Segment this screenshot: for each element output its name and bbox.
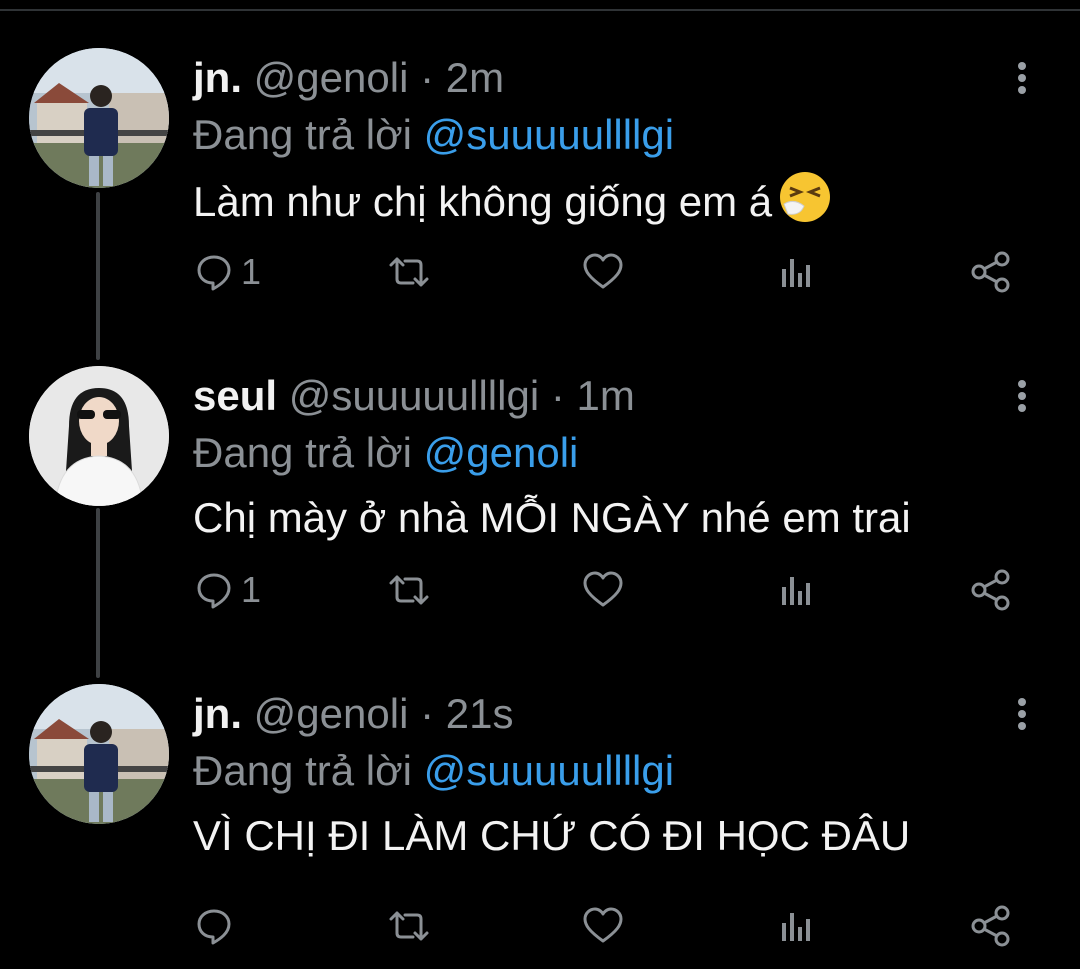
user-handle[interactable]: @genoli <box>254 690 409 737</box>
avatar-jn-image <box>29 48 169 188</box>
more-icon[interactable] <box>1010 378 1034 414</box>
retweet-button[interactable] <box>385 244 433 300</box>
replying-to: Đang trả lời @suuuuullllgi <box>193 741 674 801</box>
reply-icon <box>197 573 231 609</box>
replying-to-label: Đang trả lời <box>193 747 412 794</box>
reply-button[interactable]: 1 <box>193 562 261 618</box>
separator-dot: · <box>420 690 435 737</box>
retweet-button[interactable] <box>385 898 433 954</box>
tweet-actions: 1 <box>193 562 1023 618</box>
share-button[interactable] <box>969 898 1013 954</box>
tweet-header: jn. @genoli · 21s <box>193 684 513 744</box>
tweet-actions: 1 <box>193 244 1023 300</box>
mention-link[interactable]: @suuuuullllgi <box>424 111 674 158</box>
user-handle[interactable]: @suuuuullllgi <box>289 372 539 419</box>
avatar[interactable] <box>29 684 169 824</box>
share-icon <box>971 569 1010 611</box>
replying-to-label: Đang trả lời <box>193 111 412 158</box>
tweet-actions <box>193 898 1023 954</box>
tweet-text: Chị mày ở nhà MỖI NGÀY nhé em trai <box>193 488 911 548</box>
top-divider <box>0 9 1080 11</box>
reply-count: 1 <box>241 251 262 292</box>
user-handle[interactable]: @genoli <box>254 54 409 101</box>
analytics-button[interactable] <box>777 898 817 954</box>
retweet-icon <box>389 911 429 941</box>
mention-link[interactable]: @suuuuullllgi <box>424 747 674 794</box>
separator-dot: · <box>420 54 435 101</box>
tweet-text: Làm như chị không giống em á <box>193 170 832 240</box>
reply-icon <box>197 255 231 291</box>
reply-button[interactable] <box>193 898 241 954</box>
retweet-button[interactable] <box>385 562 433 618</box>
tweet[interactable]: jn. @genoli · 2m Đang trả lời @suuuuulll… <box>0 48 1080 338</box>
analytics-button[interactable] <box>777 562 817 618</box>
reply-icon <box>197 909 231 945</box>
share-icon <box>971 905 1010 947</box>
analytics-icon <box>782 259 810 287</box>
tweet-header: seul @suuuuullllgi · 1m <box>193 366 635 426</box>
retweet-icon <box>389 575 429 605</box>
tweet-text: VÌ CHỊ ĐI LÀM CHỨ CÓ ĐI HỌC ĐÂU <box>193 806 910 866</box>
display-name[interactable]: seul <box>193 372 277 419</box>
like-button[interactable] <box>581 244 625 300</box>
avatar[interactable] <box>29 366 169 506</box>
like-icon <box>583 571 623 607</box>
like-icon <box>583 907 623 943</box>
more-icon[interactable] <box>1010 696 1034 732</box>
like-button[interactable] <box>581 562 625 618</box>
display-name[interactable]: jn. <box>193 690 242 737</box>
replying-to: Đang trả lời @suuuuullllgi <box>193 105 674 165</box>
sneezing-face-emoji <box>778 170 832 240</box>
tweet-text-content: Làm như chị không giống em á <box>193 178 773 225</box>
like-icon <box>583 253 623 289</box>
share-icon <box>971 251 1010 293</box>
more-icon[interactable] <box>1010 60 1034 96</box>
tweet-text-content: VÌ CHỊ ĐI LÀM CHỨ CÓ ĐI HỌC ĐÂU <box>193 812 911 859</box>
like-button[interactable] <box>581 898 625 954</box>
timestamp[interactable]: 21s <box>446 690 514 737</box>
tweet-header: jn. @genoli · 2m <box>193 48 504 108</box>
avatar[interactable] <box>29 48 169 188</box>
separator-dot: · <box>550 372 565 419</box>
reply-count: 1 <box>241 569 262 610</box>
tweet[interactable]: seul @suuuuullllgi · 1m Đang trả lời @ge… <box>0 366 1080 656</box>
mention-link[interactable]: @genoli <box>424 429 579 476</box>
analytics-button[interactable] <box>777 244 817 300</box>
analytics-icon <box>782 577 810 605</box>
timestamp[interactable]: 2m <box>446 54 504 101</box>
avatar-seul-image <box>29 366 169 506</box>
tweet-text-content: Chị mày ở nhà MỖI NGÀY nhé em trai <box>193 494 911 541</box>
timestamp[interactable]: 1m <box>577 372 635 419</box>
analytics-icon <box>782 913 810 941</box>
reply-button[interactable]: 1 <box>193 244 261 300</box>
replying-to-label: Đang trả lời <box>193 429 412 476</box>
share-button[interactable] <box>969 244 1013 300</box>
share-button[interactable] <box>969 562 1013 618</box>
retweet-icon <box>389 257 429 287</box>
avatar-jn-image <box>29 684 169 824</box>
replying-to: Đang trả lời @genoli <box>193 423 578 483</box>
display-name[interactable]: jn. <box>193 54 242 101</box>
tweet[interactable]: jn. @genoli · 21s Đang trả lời @suuuuull… <box>0 684 1080 969</box>
